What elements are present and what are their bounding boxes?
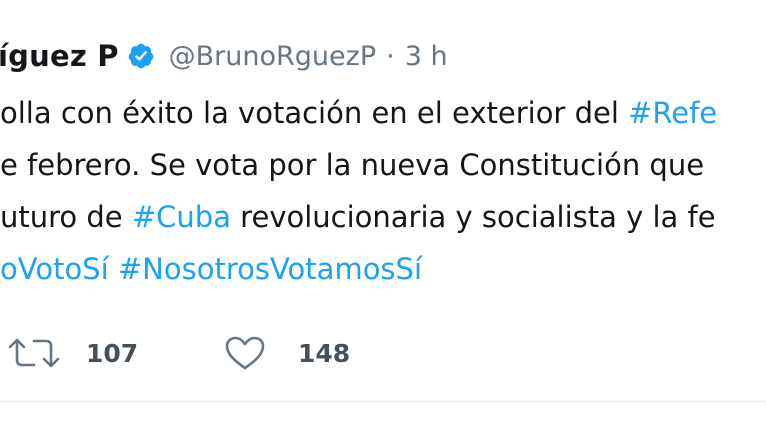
author-name[interactable]: íguez P bbox=[0, 39, 119, 73]
retweet-icon[interactable] bbox=[6, 336, 62, 370]
tweet-text-line-2: e febrero. Se vota por la nueva Constitu… bbox=[0, 139, 766, 191]
text-segment: uturo de bbox=[0, 200, 132, 234]
separator-dot: · bbox=[386, 40, 395, 72]
tweet-card: íguez P @BrunoRguezP · 3 h olla con éxit… bbox=[0, 0, 766, 421]
hashtag-cuba[interactable]: #Cuba bbox=[132, 200, 231, 234]
retweet-count: 107 bbox=[86, 338, 139, 368]
like-button[interactable]: 148 bbox=[224, 330, 350, 376]
text-segment: e febrero. Se vota por la nueva Constitu… bbox=[0, 148, 705, 182]
hashtag-yovotosi[interactable]: oVotoSí bbox=[0, 252, 109, 286]
heart-icon[interactable] bbox=[224, 335, 266, 371]
text-segment: revolucionaria y socialista y la fe bbox=[230, 200, 716, 234]
retweet-button[interactable]: 107 bbox=[6, 330, 138, 376]
like-count: 148 bbox=[298, 338, 351, 368]
tweet-text: olla con éxito la votación en el exterio… bbox=[0, 87, 766, 295]
verified-badge-icon bbox=[127, 42, 155, 70]
tweet-actions: 107 148 bbox=[0, 330, 766, 376]
author-handle[interactable]: @BrunoRguezP bbox=[169, 41, 376, 72]
text-segment: olla con éxito la votación en el exterio… bbox=[0, 96, 629, 130]
hashtag-nosotrosvotamossi[interactable]: #NosotrosVotamosSí bbox=[118, 252, 422, 286]
text-segment bbox=[109, 252, 118, 286]
tweet-text-line-4: oVotoSí #NosotrosVotamosSí bbox=[0, 243, 766, 295]
divider bbox=[0, 401, 766, 402]
tweet-text-line-1: olla con éxito la votación en el exterio… bbox=[0, 87, 766, 139]
hashtag-referendum[interactable]: #Refe bbox=[628, 96, 717, 130]
tweet-text-line-3: uturo de #Cuba revolucionaria y socialis… bbox=[0, 191, 766, 243]
tweet-timestamp[interactable]: 3 h bbox=[405, 41, 448, 72]
tweet-header: íguez P @BrunoRguezP · 3 h bbox=[0, 36, 448, 76]
